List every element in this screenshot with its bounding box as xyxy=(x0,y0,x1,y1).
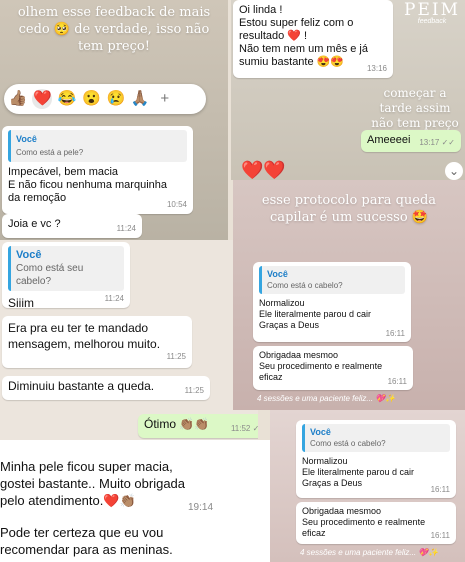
reply-line: Obrigadaa mesmoo xyxy=(259,350,339,360)
panel-skin-feedback: olhem esse feedback de mais cedo 🥺 de ve… xyxy=(0,0,228,240)
logo-text: PEIM xyxy=(404,0,460,20)
message-line: recomendar para as meninas. xyxy=(0,542,173,557)
pray-icon[interactable]: 🙏🏽 xyxy=(130,89,150,109)
message-time: 16:11 xyxy=(387,377,407,386)
message-time: 11:25 xyxy=(166,352,186,361)
message-time: 16:11 xyxy=(385,329,405,338)
reply-line: Obrigadaa mesmoo xyxy=(302,506,382,516)
crying-icon[interactable]: 😢 xyxy=(106,89,126,109)
quote-hair-bubble: Você Como está seu cabelo? Siiim 11:24 xyxy=(2,242,130,310)
footer-text: 4 sessões e uma paciente feliz... 💖✨ xyxy=(257,394,396,403)
message-time: 13:16 xyxy=(366,64,387,73)
quote-author: Você xyxy=(310,427,331,437)
quoted-message: Você Como está seu cabelo? xyxy=(8,246,124,291)
reply-line: Ele literalmente parou d cair xyxy=(259,309,372,319)
quote-protocol-bubble: Você Como está o cabelo? Normalizou Ele … xyxy=(253,262,411,342)
message-line: Estou super feliz com o xyxy=(239,17,354,29)
message-time: 11:24 xyxy=(104,294,124,303)
panel-hair-repeat: Você Como está o cabelo? Normalizou Ele … xyxy=(270,410,465,562)
quote-author: Você xyxy=(267,269,288,279)
message-line: resultado ❤️ ! xyxy=(239,30,308,42)
scroll-down-icon[interactable]: ⌄ xyxy=(445,162,463,180)
quote-text: Como está o cabelo? xyxy=(310,439,386,448)
quoted-message: Você Como está o cabelo? xyxy=(259,266,405,294)
message-line: sumiu bastante 😍😍 xyxy=(239,56,345,68)
result-bubble: Oi linda ! Estou super feliz com o resul… xyxy=(233,0,393,78)
quote-repeat-bubble: Você Como está o cabelo? Normalizou Ele … xyxy=(296,420,456,498)
reply-line: eficaz xyxy=(259,372,283,382)
caption-protocol: esse protocolo para queda capilar é um s… xyxy=(261,193,437,225)
brand-logo: PEIM feedback xyxy=(401,0,463,25)
reply-line: Seu procedimento e realmente xyxy=(302,517,426,527)
reaction-hearts: ❤️❤️ xyxy=(241,160,286,180)
message-time: 16:11 xyxy=(430,485,450,494)
message-line: Não tem nem um mês e já xyxy=(239,43,368,55)
thumbs-up-icon[interactable]: 👍🏽 xyxy=(8,89,28,109)
panel-result-feedback: Oi linda ! Estou super feliz com o resul… xyxy=(231,0,465,180)
otimo-bubble: Ótimo 👏🏽👏🏽 11:52 ✓✓ xyxy=(138,414,258,438)
message-text: Joia e vc ? xyxy=(8,218,61,230)
laugh-icon[interactable]: 😂 xyxy=(57,89,77,109)
reply-line: Graças a Deus xyxy=(259,320,320,330)
message-time: 19:14 xyxy=(188,502,214,513)
message-time: 11:24 xyxy=(116,224,136,233)
quoted-message: Você Como está o cabelo? xyxy=(302,424,450,452)
message-block: Minha pele ficou super macia, gostei bas… xyxy=(0,458,266,509)
panel-hair-chat: Você Como está seu cabelo? Siiim 11:24 E… xyxy=(0,240,258,440)
reply-line: eficaz xyxy=(302,528,326,538)
message-block: Pode ter certeza que eu vou recomendar p… xyxy=(0,524,266,558)
panel-skin-message: Minha pele ficou super macia, gostei bas… xyxy=(0,440,270,562)
message-line: Pode ter certeza que eu vou xyxy=(0,525,164,540)
caption-skin: olhem esse feedback de mais cedo 🥺 de ve… xyxy=(17,5,211,54)
add-reaction-icon[interactable]: + xyxy=(155,89,175,109)
obrigada-repeat-bubble: Obrigadaa mesmoo Seu procedimento e real… xyxy=(296,502,456,544)
message-time: 11:52 ✓✓ xyxy=(230,424,258,433)
reply-line: Ele literalmente parou d cair xyxy=(302,467,415,477)
surprised-icon[interactable]: 😮 xyxy=(81,89,101,109)
message-time: 13:17 ✓✓ xyxy=(419,138,455,147)
message-time: 11:25 xyxy=(184,386,204,395)
reply-line: da remoção xyxy=(8,192,67,204)
reply-line: E não ficou nenhuma marquinha xyxy=(8,179,167,191)
quote-text: Como está seu cabelo? xyxy=(16,263,84,287)
message-text: Ameeeei xyxy=(367,134,411,146)
quote-text: Como está o cabelo? xyxy=(267,281,343,290)
quoted-message: Você Como está a pele? xyxy=(8,130,187,162)
melhorou-bubble: Era pra eu ter te mandado mensagem, melh… xyxy=(2,316,192,368)
quote-text: Como está a pele? xyxy=(16,148,84,157)
reply-skin-bubble: Você Como está a pele? Impecável, bem ma… xyxy=(2,126,193,214)
reply-line: Graças a Deus xyxy=(302,478,363,488)
reply-line: Seu procedimento e realmente xyxy=(259,361,383,371)
message-time: 10:54 xyxy=(166,200,187,209)
message-line: Oi linda ! xyxy=(239,4,283,16)
quote-author: Você xyxy=(16,134,37,144)
joia-bubble: Joia e vc ? 11:24 xyxy=(2,214,142,238)
ameei-bubble: Ameeeei 13:17 ✓✓ xyxy=(361,130,461,152)
reaction-bar: 👍🏽 ❤️ 😂 😮 😢 🙏🏽 + xyxy=(4,84,206,114)
message-time: 16:11 xyxy=(430,531,450,540)
message-line: Minha pele ficou super macia, xyxy=(0,459,173,474)
footer-text: 4 sessões e uma paciente feliz... 💖✨ xyxy=(300,548,439,557)
panel-hair-protocol: esse protocolo para queda capilar é um s… xyxy=(233,180,465,410)
message-line: pelo atendimento.❤️👏🏽 xyxy=(0,493,136,508)
reply-line: Normalizou xyxy=(302,456,348,466)
heart-icon[interactable]: ❤️ xyxy=(32,89,53,109)
message-text: Era pra eu ter te mandado mensagem, melh… xyxy=(8,321,161,351)
reply-line: Impecável, bem macia xyxy=(8,166,119,178)
obrigada-bubble: Obrigadaa mesmoo Seu procedimento e real… xyxy=(253,346,413,390)
message-line: gostei bastante.. Muito obrigada xyxy=(0,476,186,491)
quote-author: Você xyxy=(16,249,42,261)
reply-line: Normalizou xyxy=(259,298,305,308)
message-text: Diminuiu bastante a queda. xyxy=(8,379,155,393)
message-text: Ótimo 👏🏽👏🏽 xyxy=(144,417,210,431)
queda-bubble: Diminuiu bastante a queda. 11:25 xyxy=(2,376,210,400)
